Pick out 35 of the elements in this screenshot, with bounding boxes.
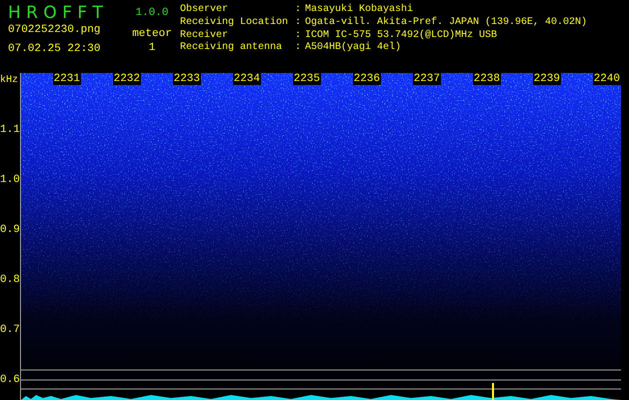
info-value: Masayuki Kobayashi: [305, 4, 414, 16]
time-label: 2232: [112, 73, 141, 85]
axis-label: 0.6: [0, 373, 20, 388]
axis-label: 0.9: [0, 223, 20, 238]
time-label: 2231: [52, 73, 81, 85]
axis-label: 0.8: [0, 273, 20, 288]
info-label: Receiving Location: [180, 16, 288, 30]
info-separator: :: [295, 16, 302, 30]
counter-label: meteor: [132, 28, 172, 40]
info-value: ICOM IC-575 53.7492(@LCD)MHz USB: [305, 30, 498, 42]
info-value: Ogata-vill. Akita-Pref. JAPAN (139.96E, 40.02N): [305, 16, 588, 30]
time-label: 2239: [532, 73, 561, 85]
axis-label: 1.0: [0, 173, 20, 188]
info-label: Observer: [180, 4, 228, 16]
info-label: Receiving antenna: [180, 42, 282, 55]
info-value: A504HB(yagi 4el): [305, 42, 402, 55]
info-label: Receiver: [180, 30, 228, 42]
info-separator: :: [295, 42, 302, 55]
time-label: 2233: [172, 73, 201, 85]
time-label: 2238: [472, 73, 501, 85]
date-time: 07.02.25 22:30: [8, 43, 100, 55]
axis-unit: kHz: [0, 74, 20, 88]
app-title: H R O F F T: [8, 4, 103, 22]
info-separator: :: [295, 30, 302, 42]
info-separator: :: [295, 4, 302, 17]
axis-label: 1.1: [0, 123, 20, 138]
app-version: 1.0.0: [135, 6, 168, 21]
file-name: 0702252230.png: [8, 24, 100, 36]
time-label: 2237: [412, 73, 441, 85]
time-label: 2240: [592, 73, 621, 85]
time-label: 2236: [352, 73, 381, 85]
axis-label: 0.7: [0, 323, 20, 338]
counter-value: 1: [148, 42, 156, 54]
time-label: 2234: [232, 73, 261, 85]
time-label: 2235: [292, 73, 321, 85]
